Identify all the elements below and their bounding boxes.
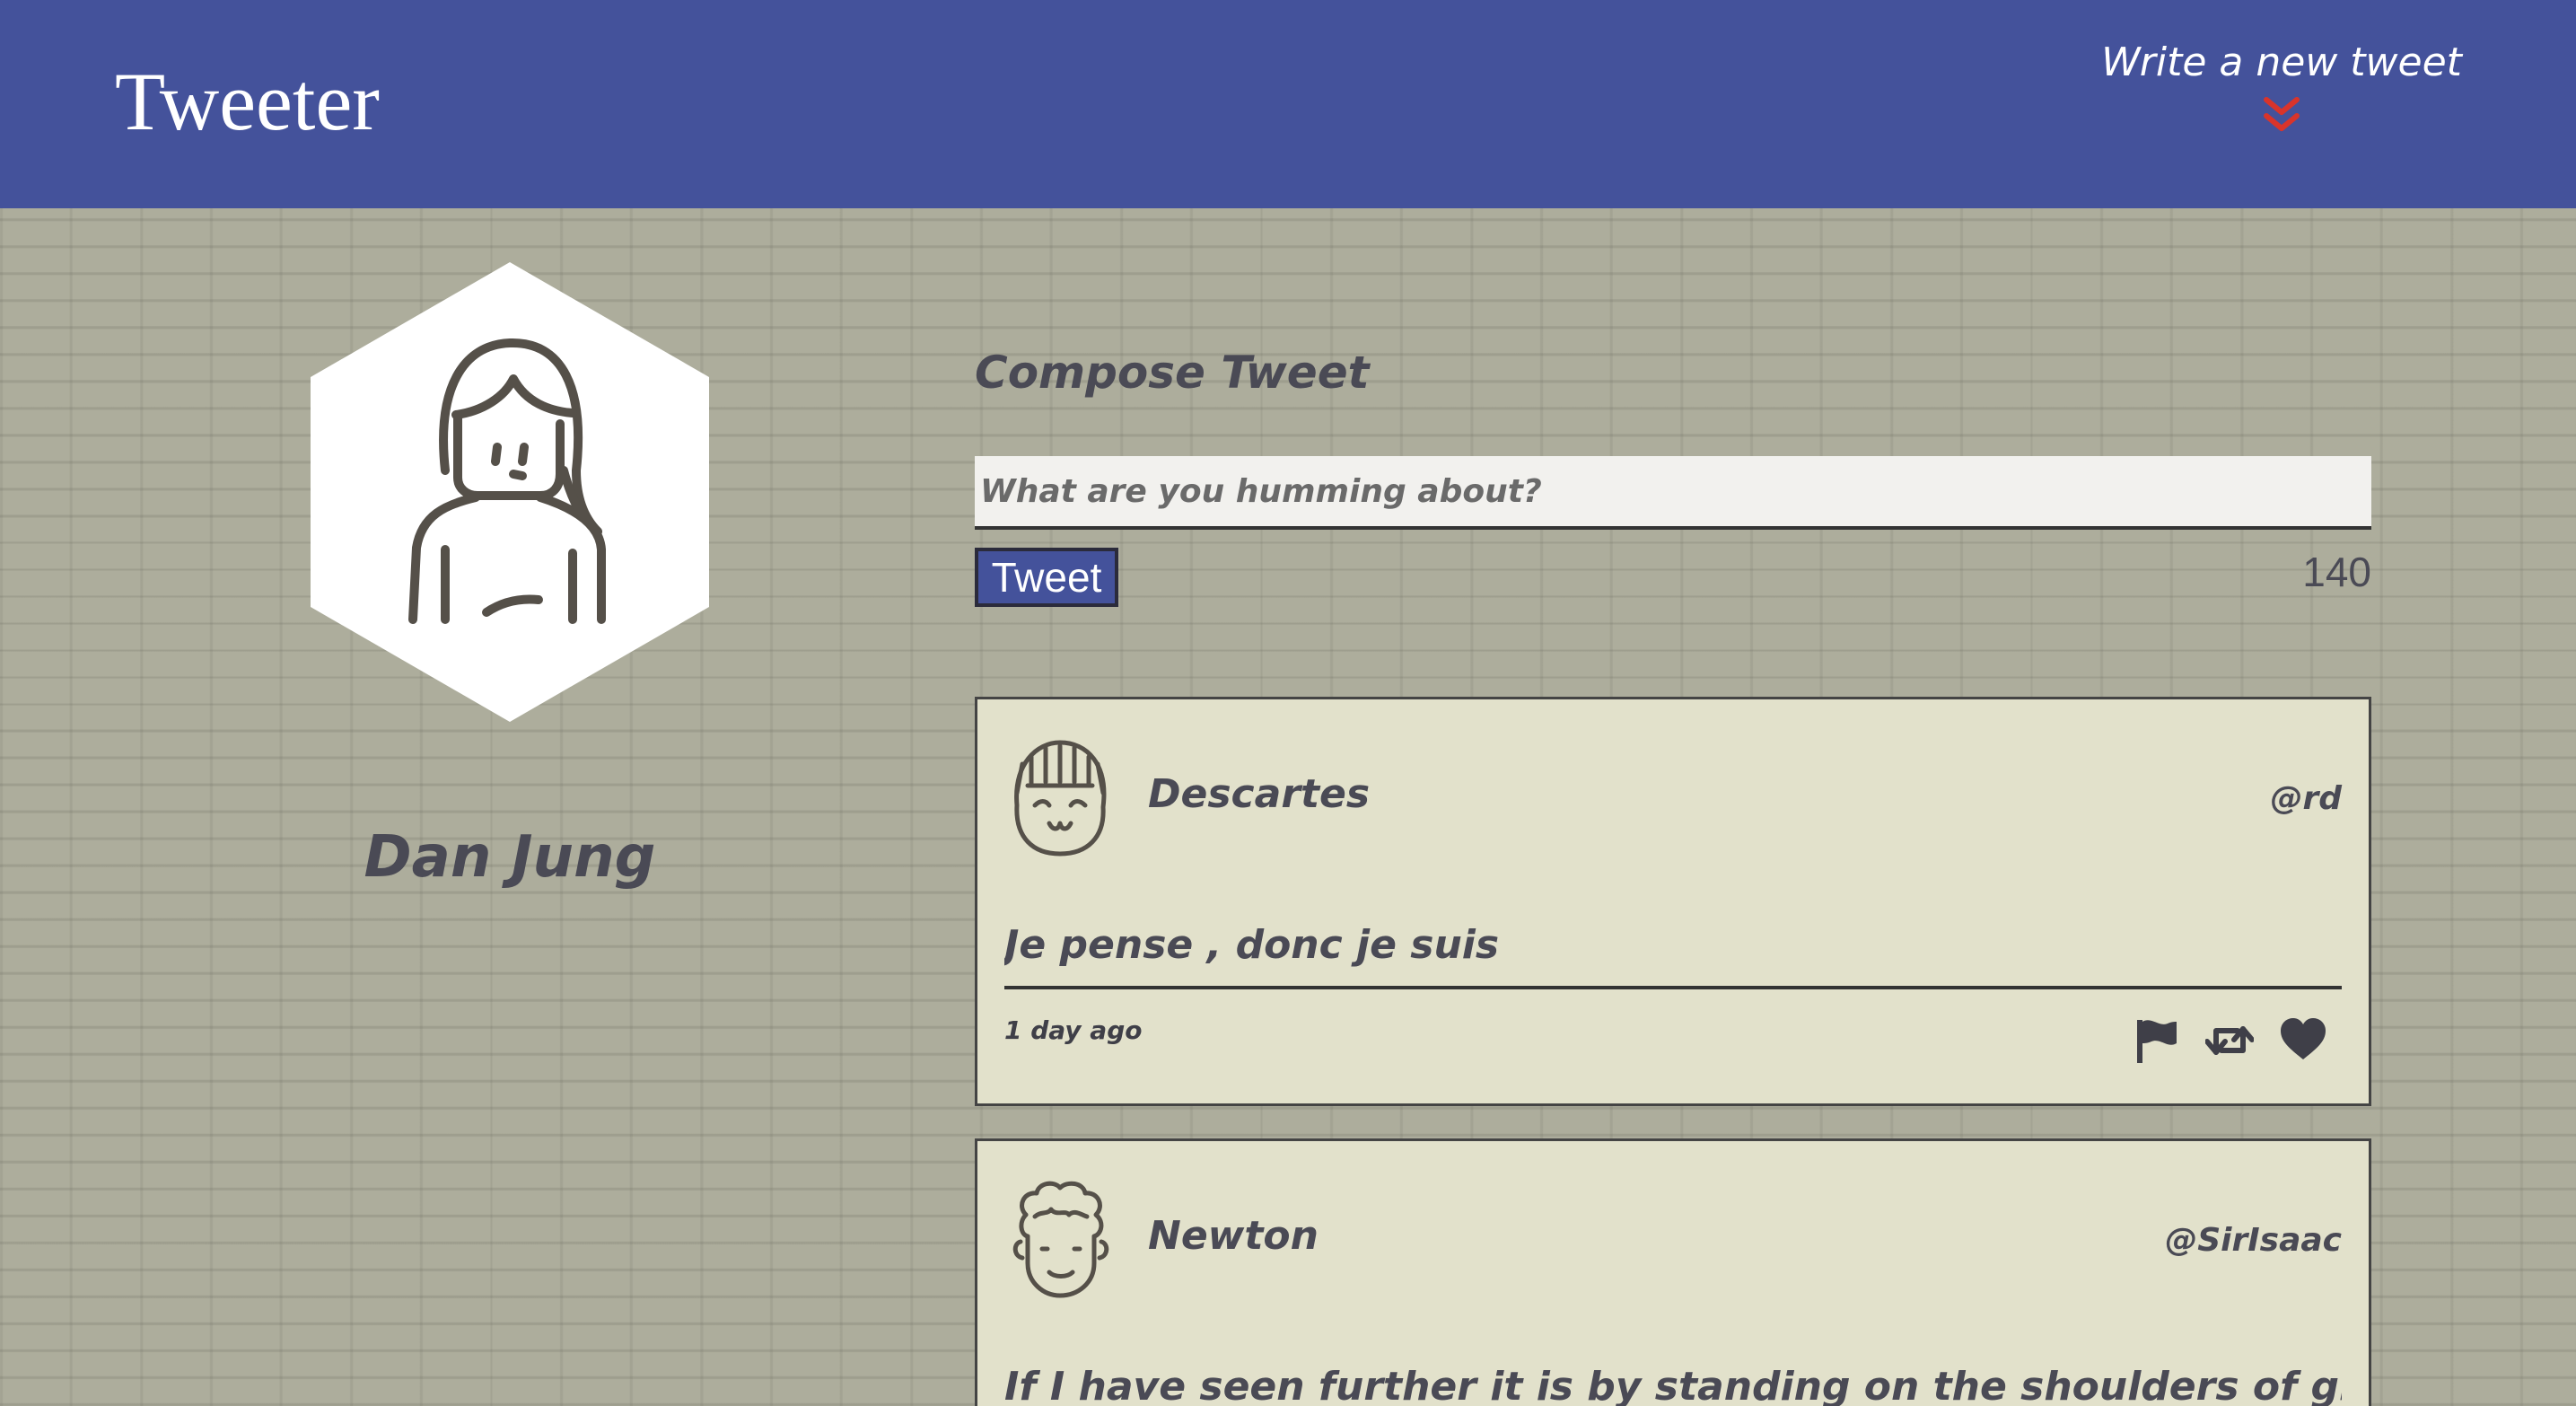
tweet-author: Newton: [1148, 1213, 1319, 1259]
tweet-author: Descartes: [1148, 771, 1371, 817]
profile-name: Dan Jung: [364, 824, 656, 891]
tweet-submit-button[interactable]: Tweet: [975, 548, 1118, 607]
tweet-input[interactable]: [975, 456, 2371, 530]
tweet-text: Je pense , donc je suis: [1004, 922, 2342, 989]
tweet-handle: @rd: [2270, 780, 2342, 817]
brand-logo[interactable]: Tweeter: [115, 54, 380, 149]
tweet-card: Descartes @rd Je pense , donc je suis 1 …: [975, 697, 2371, 1106]
write-new-tweet-label: Write a new tweet: [2101, 40, 2462, 85]
curly-hair-man-avatar-icon: [1012, 1181, 1109, 1298]
profile-avatar: [311, 262, 709, 722]
tweet-handle: @SirIsaac: [2165, 1222, 2342, 1259]
tweet-card: Newton @SirIsaac If I have seen further …: [975, 1138, 2371, 1406]
flag-icon[interactable]: [2132, 1016, 2180, 1065]
tweet-actions: [2132, 1014, 2327, 1068]
smiling-girl-avatar-icon: [1014, 740, 1107, 857]
top-nav: Tweeter Write a new tweet: [0, 0, 2576, 208]
tweet-text: If I have seen further it is by standing…: [1004, 1364, 2342, 1406]
retweet-icon[interactable]: [2205, 1016, 2254, 1065]
compose-title: Compose Tweet: [975, 347, 1370, 399]
write-new-tweet-toggle[interactable]: Write a new tweet: [2093, 40, 2470, 165]
character-counter: 140: [2302, 549, 2371, 595]
tweet-timestamp: 1 day ago: [1004, 1015, 1143, 1045]
heart-icon[interactable]: [2279, 1016, 2327, 1065]
chevron-double-down-icon: [2264, 97, 2300, 131]
